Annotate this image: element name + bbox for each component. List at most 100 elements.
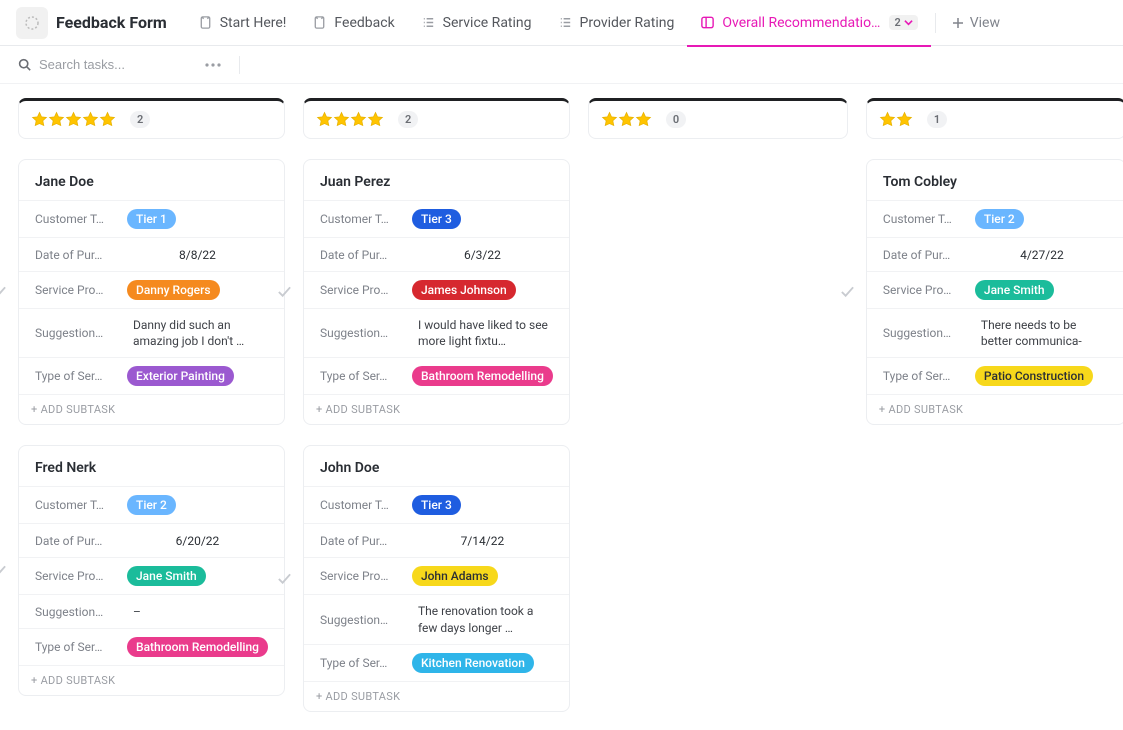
ellipsis-icon: [205, 63, 221, 67]
suggestion-text: Danny did such an amazing job I don't …: [127, 317, 268, 349]
tab-service-rating[interactable]: Service Rating: [408, 0, 545, 46]
tab-label: Provider Rating: [580, 15, 675, 31]
check-icon[interactable]: [277, 285, 292, 300]
board-column-4-stars: 2 Juan Perez Customer T…Tier 3 Date of P…: [303, 98, 570, 712]
field-label-suggestion: Suggestion…: [320, 613, 412, 627]
service-pill: Kitchen Renovation: [412, 653, 534, 673]
date-value: 6/3/22: [412, 248, 553, 262]
add-subtask-button[interactable]: + ADD SUBTASK: [304, 681, 569, 711]
service-pill: Patio Construction: [975, 366, 1093, 386]
field-label-provider: Service Pro…: [320, 569, 412, 583]
field-label-tier: Customer T…: [35, 498, 127, 512]
add-subtask-button[interactable]: + ADD SUBTASK: [19, 394, 284, 424]
check-icon[interactable]: [277, 571, 292, 586]
search-icon: [18, 58, 31, 71]
field-label-service: Type of Ser…: [883, 369, 975, 383]
doc-icon: [312, 15, 327, 30]
tab-count: 2: [889, 15, 917, 30]
card[interactable]: Jane Doe Customer T…Tier 1 Date of Pur…8…: [18, 159, 285, 425]
column-header[interactable]: 0: [588, 98, 848, 139]
check-icon[interactable]: [840, 285, 855, 300]
column-count: 2: [398, 111, 418, 128]
doc-icon: [198, 15, 213, 30]
tab-provider-rating[interactable]: Provider Rating: [545, 0, 688, 46]
add-subtask-button[interactable]: + ADD SUBTASK: [19, 665, 284, 695]
field-label-service: Type of Ser…: [320, 369, 412, 383]
card[interactable]: John Doe Customer T…Tier 3 Date of Pur…7…: [303, 445, 570, 711]
column-header[interactable]: 1: [866, 98, 1123, 139]
star-rating-icon: [879, 111, 913, 128]
add-view-button[interactable]: View: [940, 15, 1012, 31]
field-label-tier: Customer T…: [883, 212, 975, 226]
star-rating-icon: [316, 111, 384, 128]
tab-feedback[interactable]: Feedback: [299, 0, 407, 46]
check-icon[interactable]: [0, 285, 7, 300]
tab-label: Start Here!: [220, 15, 287, 31]
page-title: Feedback Form: [56, 13, 167, 32]
star-rating-icon: [31, 111, 116, 128]
field-label-tier: Customer T…: [35, 212, 127, 226]
field-label-suggestion: Suggestion…: [320, 326, 412, 340]
provider-pill: John Adams: [412, 566, 498, 586]
app-brand[interactable]: Feedback Form: [12, 3, 175, 43]
card[interactable]: Juan Perez Customer T…Tier 3 Date of Pur…: [303, 159, 570, 425]
field-label-tier: Customer T…: [320, 212, 412, 226]
field-label-suggestion: Suggestion…: [35, 326, 127, 340]
suggestion-text: There needs to be better communica-: [975, 317, 1109, 349]
star-rating-icon: [601, 111, 652, 128]
check-icon[interactable]: [0, 563, 7, 578]
tier-pill: Tier 3: [412, 495, 461, 515]
add-subtask-button[interactable]: + ADD SUBTASK: [867, 394, 1123, 424]
field-label-tier: Customer T…: [320, 498, 412, 512]
provider-pill: James Johnson: [412, 280, 516, 300]
add-view-label: View: [970, 15, 1000, 31]
field-label-service: Type of Ser…: [35, 640, 127, 654]
board-column-5-stars: 2 Jane Doe Customer T…Tier 1 Date of Pur…: [18, 98, 285, 696]
card[interactable]: Fred Nerk Customer T…Tier 2 Date of Pur……: [18, 445, 285, 696]
date-value: 4/27/22: [975, 248, 1109, 262]
search-wrap[interactable]: [18, 57, 179, 72]
column-count: 2: [130, 111, 150, 128]
plus-icon: [952, 17, 964, 29]
tab-label: Overall Recommendatio…: [722, 15, 880, 31]
field-label-suggestion: Suggestion…: [35, 605, 127, 619]
suggestion-text: –: [127, 604, 141, 620]
card-title: John Doe: [304, 446, 569, 486]
field-label-suggestion: Suggestion…: [883, 326, 975, 340]
field-label-service: Type of Ser…: [320, 656, 412, 670]
provider-pill: Danny Rogers: [127, 280, 220, 300]
suggestion-text: I would have liked to see more light fix…: [412, 317, 553, 349]
field-label-date: Date of Pur…: [883, 248, 975, 262]
card[interactable]: Tom Cobley Customer T…Tier 2 Date of Pur…: [866, 159, 1123, 425]
date-value: 7/14/22: [412, 534, 553, 548]
field-label-provider: Service Pro…: [320, 283, 412, 297]
card-title: Jane Doe: [19, 160, 284, 200]
tier-pill: Tier 1: [127, 209, 176, 229]
more-options-button[interactable]: [201, 59, 225, 71]
tab-label: Feedback: [334, 15, 394, 31]
column-count: 0: [666, 111, 686, 128]
card-title: Fred Nerk: [19, 446, 284, 486]
field-label-provider: Service Pro…: [35, 569, 127, 583]
column-header[interactable]: 2: [303, 98, 570, 139]
add-subtask-button[interactable]: + ADD SUBTASK: [304, 394, 569, 424]
tab-overall-recommendatio[interactable]: Overall Recommendatio… 2: [687, 0, 930, 46]
tab-start-here[interactable]: Start Here!: [185, 0, 300, 46]
tier-pill: Tier 2: [975, 209, 1024, 229]
board-column-3-stars: 0: [588, 98, 848, 159]
board-column-2-stars: 1 Tom Cobley Customer T…Tier 2 Date of P…: [866, 98, 1123, 425]
field-label-provider: Service Pro…: [883, 283, 975, 297]
date-value: 8/8/22: [127, 248, 268, 262]
column-count: 1: [927, 111, 947, 128]
search-input[interactable]: [39, 57, 179, 72]
date-value: 6/20/22: [127, 534, 268, 548]
field-label-date: Date of Pur…: [320, 534, 412, 548]
list-icon: [421, 15, 436, 30]
separator: [935, 13, 936, 33]
provider-pill: Jane Smith: [975, 280, 1054, 300]
service-pill: Bathroom Remodelling: [412, 366, 553, 386]
service-pill: Exterior Painting: [127, 366, 234, 386]
service-pill: Bathroom Remodelling: [127, 637, 268, 657]
provider-pill: Jane Smith: [127, 566, 206, 586]
column-header[interactable]: 2: [18, 98, 285, 139]
